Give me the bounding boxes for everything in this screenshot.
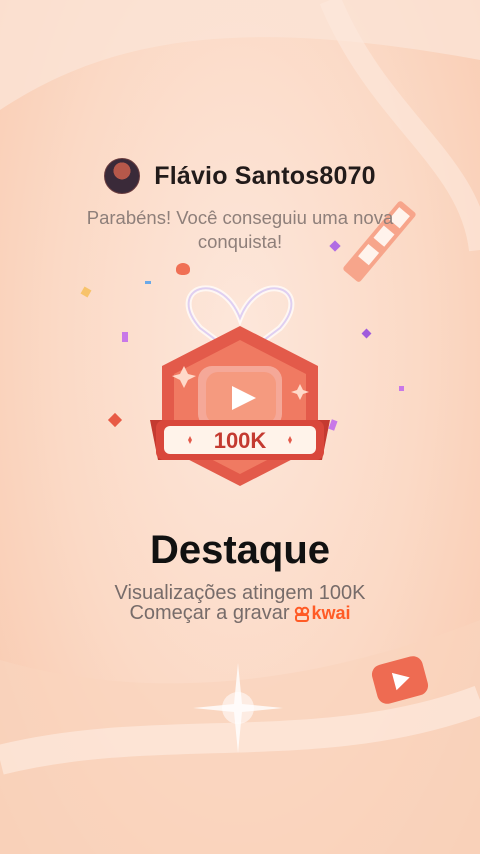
achievement-badge: 100K: [110, 248, 370, 508]
record-cta-label: Começar a gravar: [129, 602, 290, 624]
user-avatar[interactable]: [104, 158, 141, 194]
record-cta[interactable]: Começar a gravar kwai: [0, 602, 480, 625]
kwai-logo: kwai: [294, 603, 351, 624]
congrats-message: Parabéns! Você conseguiu uma nova conqui…: [86, 207, 394, 252]
username: Flávio Santos8070: [154, 161, 376, 190]
user-header: Flávio Santos8070: [0, 158, 480, 194]
achievement-title: Destaque: [149, 528, 331, 572]
confetti-piece: [399, 386, 404, 391]
kwai-icon: [294, 606, 309, 622]
badge-label: 100K: [214, 428, 267, 453]
kwai-brand-text: kwai: [311, 603, 351, 623]
